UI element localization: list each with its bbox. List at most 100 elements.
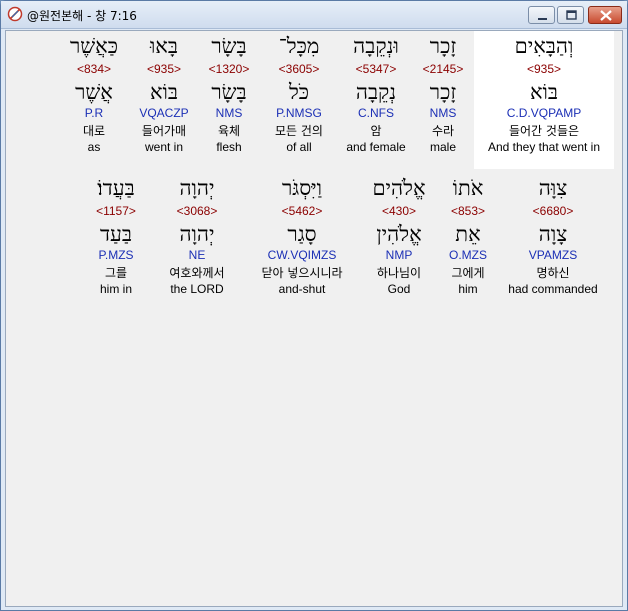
korean-gloss: 하나님이: [376, 266, 422, 280]
parsing-code: P.MZS: [98, 248, 134, 262]
english-gloss: And they that went in: [487, 140, 601, 154]
interlinear-word[interactable]: בָּאוּ <935> בּוֹא VQACZP 들어가매 went in: [130, 31, 198, 169]
hebrew-word: בַּעֲדוֹ׃: [97, 176, 135, 200]
parsing-code: NE: [188, 248, 206, 262]
strong-number[interactable]: <834>: [60, 61, 128, 79]
korean-gloss: 들어가매: [141, 124, 187, 138]
app-icon[interactable]: [7, 6, 23, 22]
strong-number[interactable]: <6680>: [500, 203, 606, 221]
hebrew-word: זָכָר: [429, 34, 457, 58]
parsing-code: C.D.VQPAMP: [506, 106, 582, 120]
korean-gloss: 그를: [104, 266, 128, 280]
minimize-icon: [538, 18, 547, 20]
close-button[interactable]: [588, 6, 622, 24]
hebrew-word: בָּאוּ: [149, 34, 179, 58]
parsing-code: P.NMSG: [276, 106, 322, 120]
interlinear-word[interactable]: וְהַבָּאִים <935> בּוֹא C.D.VQPAMP 들어간 것…: [474, 31, 614, 169]
hebrew-word: אֹתוֹ: [452, 176, 484, 200]
english-gloss: him: [458, 282, 478, 296]
english-gloss: and-shut: [278, 282, 326, 296]
hebrew-word: בָּשָׂר: [211, 34, 247, 58]
app-window: @원전본해 - 창 7:16 וְהַבָּאִים <935> בּוֹא C…: [0, 0, 628, 611]
interlinear-word[interactable]: זָכָר <2145> זָכָר NMS 수라 male: [414, 31, 472, 169]
english-gloss: and female: [346, 140, 406, 154]
hebrew-lemma: אֲשֶׁר: [75, 80, 113, 104]
hebrew-lemma: יְהוָה: [179, 222, 215, 246]
parsing-code: NMS: [215, 106, 243, 120]
english-gloss: the LORD: [170, 282, 224, 296]
english-gloss: him in: [99, 282, 132, 296]
hebrew-word: כַּאֲשֶׁר: [69, 34, 119, 58]
korean-gloss: 대로: [82, 124, 106, 138]
hebrew-lemma: סָגַר: [287, 222, 317, 246]
minimize-button[interactable]: [528, 6, 555, 24]
strong-number[interactable]: <3068>: [152, 203, 242, 221]
parsing-code: CW.VQIMZS: [267, 248, 337, 262]
korean-gloss: 모든 건의: [275, 124, 323, 138]
interlinear-word[interactable]: וּנְקֵבָה <5347> נְקֵבָה C.NFS 암 and fem…: [340, 31, 412, 169]
english-gloss: flesh: [216, 140, 242, 154]
hebrew-lemma: בַּעַד: [99, 222, 133, 246]
maximize-button[interactable]: [557, 6, 584, 24]
korean-gloss: 육체: [217, 124, 241, 138]
interlinear-word[interactable]: אֹתוֹ <853> אֵת O.MZS 그에게 him: [438, 173, 498, 311]
parsing-code: O.MZS: [449, 248, 487, 262]
korean-gloss: 수라: [431, 124, 455, 138]
hebrew-lemma: אֵת: [455, 222, 481, 246]
strong-number[interactable]: <935>: [130, 61, 198, 79]
strong-number[interactable]: <430>: [362, 203, 436, 221]
strong-number[interactable]: <1157>: [82, 203, 150, 221]
window-title: @원전본해 - 창 7:16: [27, 9, 137, 23]
korean-gloss: 여호와께서: [169, 266, 225, 280]
english-gloss: as: [87, 140, 101, 154]
english-gloss: had commanded: [508, 282, 598, 296]
english-gloss: went in: [144, 140, 184, 154]
interlinear-word[interactable]: בָּשָׂר <1320> בָּשָׂר NMS 육체 flesh: [200, 31, 258, 169]
hebrew-lemma: אֱלֹהִין: [376, 222, 422, 246]
strong-number[interactable]: <5462>: [244, 203, 360, 221]
hebrew-word: צִוָּה: [538, 176, 568, 200]
hebrew-word: וְהַבָּאִים: [514, 34, 574, 58]
interlinear-word[interactable]: אֱלֹהִים <430> אֱלֹהִין NMP 하나님이 God: [362, 173, 436, 311]
title-bar[interactable]: @원전본해 - 창 7:16: [1, 1, 627, 29]
hebrew-lemma: זָכָר: [429, 80, 457, 104]
interlinear-word[interactable]: יְהוָה <3068> יְהוָה NE 여호와께서 the LORD: [152, 173, 242, 311]
hebrew-word: יְהוָה: [179, 176, 215, 200]
korean-gloss: 명하신: [536, 266, 570, 280]
interlinear-word[interactable]: בַּעֲדוֹ׃ <1157> בַּעַד P.MZS 그를 him in: [82, 173, 150, 311]
korean-gloss: 들어간 것들은: [508, 124, 580, 138]
hebrew-word: אֱלֹהִים: [372, 176, 426, 200]
parsing-code: P.R: [84, 106, 104, 120]
english-gloss: male: [429, 140, 456, 154]
hebrew-lemma: צָוָה: [538, 222, 568, 246]
strong-number[interactable]: <853>: [438, 203, 498, 221]
hebrew-lemma: כֹּל: [288, 80, 310, 104]
hebrew-lemma: בּוֹא: [529, 80, 559, 104]
hebrew-word: וַיִּסְגֹּר: [281, 176, 323, 200]
hebrew-word: מִכָּל־: [278, 34, 320, 58]
strong-number[interactable]: <3605>: [260, 61, 338, 79]
close-icon: [600, 10, 612, 21]
strong-number[interactable]: <1320>: [200, 61, 258, 79]
interlinear-word[interactable]: כַּאֲשֶׁר <834> אֲשֶׁר P.R 대로 as: [60, 31, 128, 169]
interlinear-word[interactable]: צִוָּה <6680> צָוָה VPAMZS 명하신 had comma…: [500, 173, 606, 311]
hebrew-lemma: בּוֹא: [149, 80, 179, 104]
interlinear-view: וְהַבָּאִים <935> בּוֹא C.D.VQPAMP 들어간 것…: [5, 30, 623, 607]
hebrew-lemma: נְקֵבָה: [355, 80, 397, 104]
parsing-code: C.NFS: [358, 106, 394, 120]
parsing-code: NMP: [385, 248, 413, 262]
strong-number[interactable]: <2145>: [414, 61, 472, 79]
korean-gloss: 그에게: [451, 266, 485, 280]
hebrew-lemma: בָּשָׂר: [211, 80, 247, 104]
english-gloss: God: [387, 282, 411, 296]
parsing-code: VPAMZS: [528, 248, 578, 262]
hebrew-word: וּנְקֵבָה: [353, 34, 399, 58]
maximize-icon: [566, 10, 577, 20]
parsing-code: NMS: [429, 106, 457, 120]
interlinear-word[interactable]: מִכָּל־ <3605> כֹּל P.NMSG 모든 건의 of all: [260, 31, 338, 169]
interlinear-word[interactable]: וַיִּסְגֹּר <5462> סָגַר CW.VQIMZS 닫아 넣으…: [244, 173, 360, 311]
korean-gloss: 암: [370, 124, 382, 138]
korean-gloss: 닫아 넣으시니라: [261, 266, 343, 280]
strong-number[interactable]: <935>: [474, 61, 614, 79]
strong-number[interactable]: <5347>: [340, 61, 412, 79]
